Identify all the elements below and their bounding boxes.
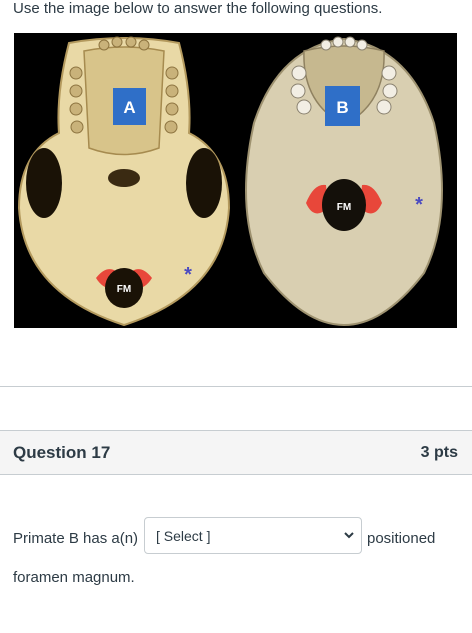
question-text-continued: foramen magnum.: [13, 569, 135, 586]
instructions-text: Use the image below to answer the follow…: [13, 0, 383, 17]
skull-a: FM * A: [17, 36, 231, 327]
skull-illustration: FM * A FM * B: [17, 36, 443, 327]
label-a: A: [123, 98, 135, 117]
answer-select-dropdown[interactable]: [ Select ]: [144, 517, 362, 554]
skull-b: FM * B: [245, 36, 443, 327]
skull-comparison-image: FM * A FM * B: [14, 33, 457, 328]
asterisk-b: *: [415, 194, 423, 216]
fm-label-a: FM: [117, 284, 131, 295]
asterisk-a: *: [184, 264, 192, 286]
label-b: B: [336, 98, 348, 117]
fm-label-b: FM: [337, 202, 351, 213]
question-text-before: Primate B has a(n): [13, 530, 139, 547]
question-points: 3 pts: [420, 444, 458, 461]
chevron-down-icon: [344, 532, 354, 539]
select-value: [ Select ]: [156, 528, 211, 544]
question-title: Question 17: [13, 443, 111, 462]
section-divider: [0, 386, 472, 387]
question-header: Question 17 3 pts: [0, 430, 472, 475]
question-text-after: positioned: [367, 530, 436, 547]
